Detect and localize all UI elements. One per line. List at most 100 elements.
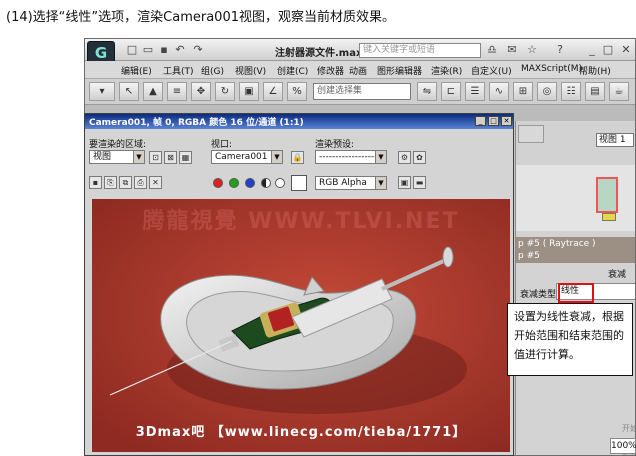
copy-image-icon[interactable]: ⎘ bbox=[104, 176, 117, 189]
channel-display-select[interactable]: RGB Alpha ▼ bbox=[315, 176, 387, 190]
menu-maxscript[interactable]: MAXScript(M) bbox=[521, 64, 582, 74]
menu-modifiers[interactable]: 修改器 bbox=[317, 64, 344, 77]
open-file-icon[interactable]: ▭ bbox=[141, 43, 155, 56]
menu-animation[interactable]: 动画 bbox=[349, 64, 367, 77]
edit-region-icon[interactable]: ⊡ bbox=[149, 151, 162, 164]
chevron-down-icon: ▼ bbox=[133, 151, 144, 163]
minimize-icon[interactable]: _ bbox=[585, 43, 599, 56]
menu-create[interactable]: 创建(C) bbox=[277, 64, 308, 77]
area-to-render-label: 要渲染的区域: bbox=[89, 140, 147, 150]
render-preset-label: 渲染预设: bbox=[315, 140, 355, 150]
menu-tools[interactable]: 工具(T) bbox=[163, 64, 194, 77]
area-to-render-select[interactable]: 视图 ▼ bbox=[89, 150, 145, 164]
mirror-icon[interactable]: ⇋ bbox=[417, 82, 437, 101]
curve-editor-icon[interactable]: ∿ bbox=[489, 82, 509, 101]
falloff-section-title: 衰减 bbox=[608, 270, 627, 280]
rendered-frame-window: Camera001, 帧 0, RGBA 颜色 16 位/通道 (1:1) _ … bbox=[84, 113, 514, 456]
material-editor-icon[interactable]: ◎ bbox=[537, 82, 557, 101]
menu-views[interactable]: 视图(V) bbox=[235, 64, 266, 77]
render-maximize-icon[interactable]: □ bbox=[488, 116, 499, 126]
chevron-down-icon: ▼ bbox=[375, 151, 386, 163]
green-channel-icon[interactable] bbox=[229, 178, 239, 188]
render-production-icon[interactable]: ☕ bbox=[609, 82, 629, 101]
monochrome-icon[interactable] bbox=[275, 178, 285, 188]
save-image-icon[interactable]: ▪ bbox=[89, 176, 102, 189]
align-icon[interactable]: ⊏ bbox=[441, 82, 461, 101]
layer-manager-icon[interactable]: ☰ bbox=[465, 82, 485, 101]
render-scene bbox=[92, 199, 510, 452]
viewport-select[interactable]: 视图 1 bbox=[596, 133, 634, 147]
move-icon[interactable]: ✥ bbox=[191, 82, 211, 101]
render-minimize-icon[interactable]: _ bbox=[475, 116, 486, 126]
watermark-top: 腾龍視覺 WWW.TLVI.NET bbox=[142, 209, 460, 234]
menu-bar: 编辑(E) 工具(T) 组(G) 视图(V) 创建(C) 修改器 动画 图形编辑… bbox=[85, 61, 635, 79]
render-viewport: 腾龍視覺 WWW.TLVI.NET 3Dmax吧 【www.linecg.com… bbox=[92, 199, 510, 452]
viewport-select-render[interactable]: Camera001 ▼ bbox=[211, 150, 283, 164]
watermark-bottom: 3Dmax吧 【www.linecg.com/tieba/1771】 bbox=[135, 425, 467, 440]
clone-window-icon[interactable]: ⧉ bbox=[119, 176, 132, 189]
new-file-icon[interactable]: □ bbox=[125, 43, 139, 56]
search-input[interactable]: 键入关键字或短语 bbox=[359, 43, 481, 58]
select-object-icon[interactable]: ▲ bbox=[143, 82, 163, 101]
menu-edit[interactable]: 编辑(E) bbox=[121, 64, 152, 77]
redo-icon[interactable]: ↷ bbox=[191, 43, 205, 56]
scale-icon[interactable]: ▣ bbox=[239, 82, 259, 101]
print-image-icon[interactable]: ⎙ bbox=[134, 176, 147, 189]
angle-snap-icon[interactable]: % bbox=[287, 82, 307, 101]
blue-channel-icon[interactable] bbox=[245, 178, 255, 188]
auto-region-icon[interactable]: ⊠ bbox=[164, 151, 177, 164]
channel-display-value: RGB Alpha bbox=[319, 178, 367, 188]
explanation-tooltip: 设置为线性衰减，根据开始范围和结束范围的值进行计算。 bbox=[507, 303, 633, 376]
lock-region-icon[interactable]: ▦ bbox=[179, 151, 192, 164]
menu-group[interactable]: 组(G) bbox=[201, 64, 224, 77]
display-alpha-icon[interactable]: ▬ bbox=[413, 176, 426, 189]
display-toggle-icon[interactable]: ▣ bbox=[398, 176, 411, 189]
help-icon[interactable]: ? bbox=[553, 43, 567, 56]
area-to-render-value: 视图 bbox=[93, 152, 112, 162]
close-icon[interactable]: ✕ bbox=[619, 43, 633, 56]
render-setup-button[interactable]: ⚙ bbox=[398, 151, 411, 164]
menu-graph-editors[interactable]: 图形编辑器 bbox=[377, 64, 422, 77]
select-by-name-icon[interactable]: ≡ bbox=[167, 82, 187, 101]
viewport-value: Camera001 bbox=[215, 152, 268, 162]
save-file-icon[interactable]: ▪ bbox=[157, 43, 171, 56]
sample-slot-area bbox=[516, 165, 635, 231]
rotate-icon[interactable]: ↻ bbox=[215, 82, 235, 101]
maximize-icon[interactable]: □ bbox=[601, 43, 615, 56]
page-caption: (14)选择“线性”选项，渲染Camera001视图，观察当前材质效果。 bbox=[6, 10, 395, 25]
favorites-icon[interactable]: ☆ bbox=[525, 43, 539, 56]
menu-customize[interactable]: 自定义(U) bbox=[471, 64, 512, 77]
schematic-view-icon[interactable]: ⊞ bbox=[513, 82, 533, 101]
communication-icon[interactable]: ✉ bbox=[505, 43, 519, 56]
rendered-frame-icon[interactable]: ▤ bbox=[585, 82, 605, 101]
select-link-icon[interactable]: ↖ bbox=[119, 82, 139, 101]
material-name-header: p #5 ( Raytrace ) p #5 bbox=[516, 237, 635, 263]
snap-icon[interactable]: ∠ bbox=[263, 82, 283, 101]
panel-tab[interactable] bbox=[518, 125, 544, 143]
material-subname: p #5 bbox=[518, 251, 540, 261]
binoculars-icon[interactable]: ♎ bbox=[485, 43, 499, 56]
menu-rendering[interactable]: 渲染(R) bbox=[431, 64, 462, 77]
falloff-type-highlight bbox=[558, 283, 594, 303]
lock-viewport-icon[interactable]: 🔒 bbox=[291, 151, 304, 164]
named-selection-set-input[interactable]: 创建选择集 bbox=[313, 83, 411, 100]
render-preset-select[interactable]: ------------------ ▼ bbox=[315, 150, 387, 164]
red-channel-icon[interactable] bbox=[213, 178, 223, 188]
swatch-icon[interactable] bbox=[291, 175, 307, 191]
undo-icon[interactable]: ↶ bbox=[173, 43, 187, 56]
falloff-start-label: 开始 bbox=[622, 424, 635, 433]
clear-icon[interactable]: ✕ bbox=[149, 176, 162, 189]
falloff-type-label: 衰减类型: bbox=[520, 290, 560, 300]
app-title: 注射器源文件.max bbox=[275, 48, 363, 59]
zoom-percentage: 100% bbox=[610, 438, 636, 454]
chevron-down-icon: ▼ bbox=[271, 151, 282, 163]
menu-help[interactable]: 帮助(H) bbox=[579, 64, 611, 77]
selection-filter-dropdown[interactable]: ▾ bbox=[89, 82, 115, 101]
material-sample-slot[interactable] bbox=[596, 177, 618, 213]
render-setup-icon[interactable]: ☷ bbox=[561, 82, 581, 101]
render-window-title-bar: Camera001, 帧 0, RGBA 颜色 16 位/通道 (1:1) _ … bbox=[85, 114, 513, 129]
alpha-channel-icon[interactable] bbox=[261, 178, 271, 188]
environment-button[interactable]: ✿ bbox=[413, 151, 426, 164]
render-close-icon[interactable]: ✕ bbox=[501, 116, 512, 126]
render-window-title: Camera001, 帧 0, RGBA 颜色 16 位/通道 (1:1) bbox=[89, 118, 304, 128]
